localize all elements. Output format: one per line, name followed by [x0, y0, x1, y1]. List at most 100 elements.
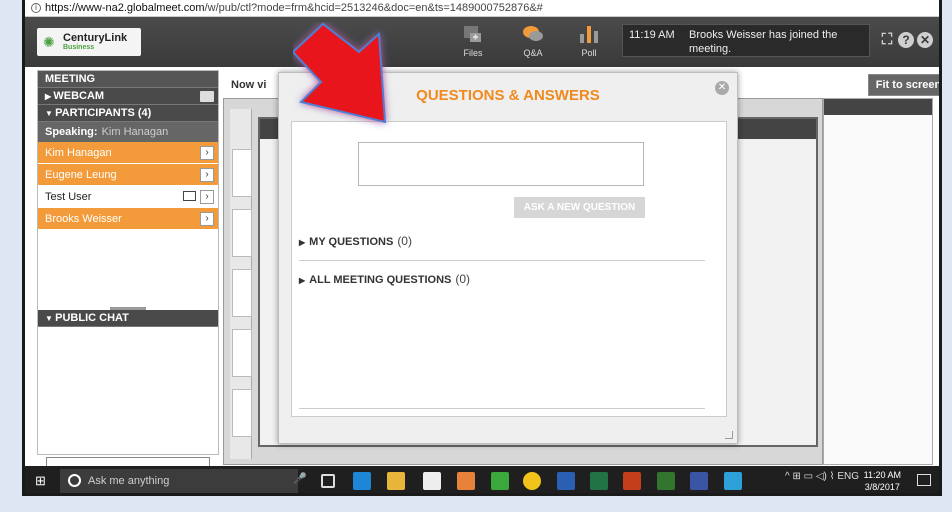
chrome-icon[interactable]	[523, 472, 541, 490]
chevron-right-icon[interactable]: ›	[200, 146, 214, 160]
divider	[299, 260, 705, 261]
participant-row[interactable]: Test User ›	[38, 186, 218, 208]
fullscreen-icon[interactable]: ⛶	[879, 32, 895, 48]
collapse-arrow-icon: ▼	[45, 314, 56, 323]
ask-question-button[interactable]: ASK A NEW QUESTION	[514, 197, 645, 218]
qa-chat-icon	[523, 26, 543, 41]
files-button[interactable]: Files	[448, 22, 498, 64]
my-questions-section[interactable]: ▶ MY QUESTIONS (0)	[299, 234, 412, 248]
search-placeholder: Ask me anything	[88, 475, 170, 487]
qa-label: Q&A	[523, 48, 543, 58]
address-bar[interactable]: i https://www-na2.globalmeet.com/w/pub/ct…	[25, 0, 939, 17]
chevron-right-icon[interactable]: ›	[200, 168, 214, 182]
camera-icon[interactable]	[200, 91, 214, 102]
visio-icon[interactable]	[690, 472, 708, 490]
slide-thumbnail	[232, 269, 252, 317]
cortana-search-box[interactable]: Ask me anything	[60, 469, 298, 493]
slide-thumbnail	[232, 389, 252, 437]
app-window: i https://www-na2.globalmeet.com/w/pub/ct…	[22, 0, 942, 496]
app-toolbar: ✺ CenturyLink Business Files Q&A Poll 11…	[25, 17, 939, 67]
participant-name: Brooks Weisser	[45, 213, 122, 225]
resize-grip-icon[interactable]	[725, 431, 733, 439]
participant-name: Test User	[45, 191, 92, 203]
logo-subtitle: Business	[63, 44, 95, 51]
window-controls: ⛶? ✕	[876, 32, 933, 48]
info-icon[interactable]: i	[31, 3, 41, 14]
webcam-label: WEBCAM	[53, 90, 105, 102]
qa-button[interactable]: Q&A	[508, 22, 558, 64]
files-icon	[464, 26, 481, 42]
money-app-icon[interactable]	[491, 472, 509, 490]
expand-arrow-icon: ▶	[299, 276, 306, 285]
participants-header[interactable]: ▼ PARTICIPANTS (4)	[38, 105, 218, 122]
qa-body: ASK A NEW QUESTION ▶ MY QUESTIONS (0) ▶ ALL…	[291, 121, 727, 417]
shared-document	[823, 98, 933, 465]
all-questions-count: (0)	[455, 272, 471, 286]
speaking-name: Kim Hanagan	[101, 126, 169, 138]
language-indicator[interactable]: ENG	[837, 471, 859, 482]
all-questions-label: ALL MEETING QUESTIONS	[309, 274, 452, 286]
slide-thumbnail-strip	[230, 109, 252, 459]
cortana-circle-icon	[68, 474, 81, 487]
poll-button[interactable]: Poll	[564, 22, 614, 64]
speaking-label: Speaking:	[45, 126, 98, 138]
my-questions-label: MY QUESTIONS	[309, 236, 394, 248]
divider	[299, 408, 705, 409]
notification-time: 11:19 AM	[629, 29, 675, 41]
action-center-icon[interactable]	[917, 474, 931, 486]
app-icon-blue[interactable]	[724, 472, 742, 490]
public-chat-header[interactable]: ▼ PUBLIC CHAT	[38, 310, 218, 327]
powerpoint-icon[interactable]	[623, 472, 641, 490]
participant-row[interactable]: Kim Hanagan ›	[38, 142, 218, 164]
close-icon[interactable]: ✕	[917, 32, 933, 48]
app-icon-orange[interactable]	[457, 472, 475, 490]
slide-thumbnail	[232, 149, 252, 197]
microphone-icon[interactable]: 🎤	[293, 472, 307, 490]
participant-name: Eugene Leung	[45, 169, 117, 181]
windows-taskbar: ⊞ Ask me anything 🎤 ^ ⊞ ▭ ◁) ⌇ ENG 11:20…	[25, 466, 939, 493]
file-explorer-icon[interactable]	[387, 472, 405, 490]
chevron-right-icon[interactable]: ›	[200, 190, 214, 204]
my-questions-count: (0)	[397, 234, 412, 248]
speaking-indicator: Speaking: Kim Hanagan	[38, 122, 218, 142]
project-icon[interactable]	[657, 472, 675, 490]
participants-label: PARTICIPANTS	[55, 107, 135, 119]
participants-count: (4)	[137, 107, 152, 119]
fit-to-screen-label: Fit to screen	[875, 79, 942, 91]
logo-name: CenturyLink	[63, 32, 128, 44]
taskbar-clock[interactable]: 11:20 AM 3/8/2017	[864, 469, 901, 493]
webcam-header[interactable]: ▶ WEBCAM	[38, 88, 218, 105]
notification-message: Brooks Weisser has joined the meeting.	[689, 29, 838, 55]
fit-to-screen-button[interactable]: Fit to screen▾	[868, 74, 942, 96]
meeting-header: MEETING	[38, 71, 218, 88]
now-viewing-label: Now vi	[231, 79, 267, 91]
logo-burst-icon: ✺	[43, 34, 55, 50]
files-label: Files	[463, 48, 483, 58]
collapse-arrow-icon: ▼	[45, 109, 56, 118]
slide-thumbnail	[232, 329, 252, 377]
expand-arrow-icon: ▶	[299, 238, 306, 247]
chevron-right-icon[interactable]: ›	[200, 212, 214, 226]
question-input[interactable]	[358, 142, 644, 186]
all-questions-section[interactable]: ▶ ALL MEETING QUESTIONS (0)	[299, 272, 470, 286]
windows-start-icon[interactable]: ⊞	[35, 474, 49, 488]
url-path: /w/pub/ctl?mode=frm&hcid=2513246&doc=en&…	[204, 2, 543, 14]
slide-thumbnail	[232, 209, 252, 257]
centurylink-logo: ✺ CenturyLink Business	[37, 28, 141, 56]
close-icon[interactable]: ✕	[715, 81, 729, 95]
red-pointer-arrow-icon	[293, 22, 387, 124]
screen-share-icon[interactable]	[183, 191, 196, 201]
task-view-icon[interactable]	[321, 474, 335, 488]
word-icon[interactable]	[557, 472, 575, 490]
participant-row[interactable]: Eugene Leung ›	[38, 164, 218, 186]
excel-icon[interactable]	[590, 472, 608, 490]
help-icon[interactable]: ?	[898, 32, 914, 48]
edge-icon[interactable]	[353, 472, 371, 490]
public-chat-section: ▼ PUBLIC CHAT	[38, 307, 218, 327]
system-tray[interactable]: ^ ⊞ ▭ ◁) ⌇ ENG	[785, 471, 859, 482]
participant-row[interactable]: Brooks Weisser ›	[38, 208, 218, 230]
sidebar: MEETING ▶ WEBCAM ▼ PARTICIPANTS (4) Spea…	[37, 70, 219, 469]
store-icon[interactable]	[423, 472, 441, 490]
shared-document-titlebar	[824, 99, 932, 115]
clock-time: 11:20 AM	[863, 470, 901, 480]
